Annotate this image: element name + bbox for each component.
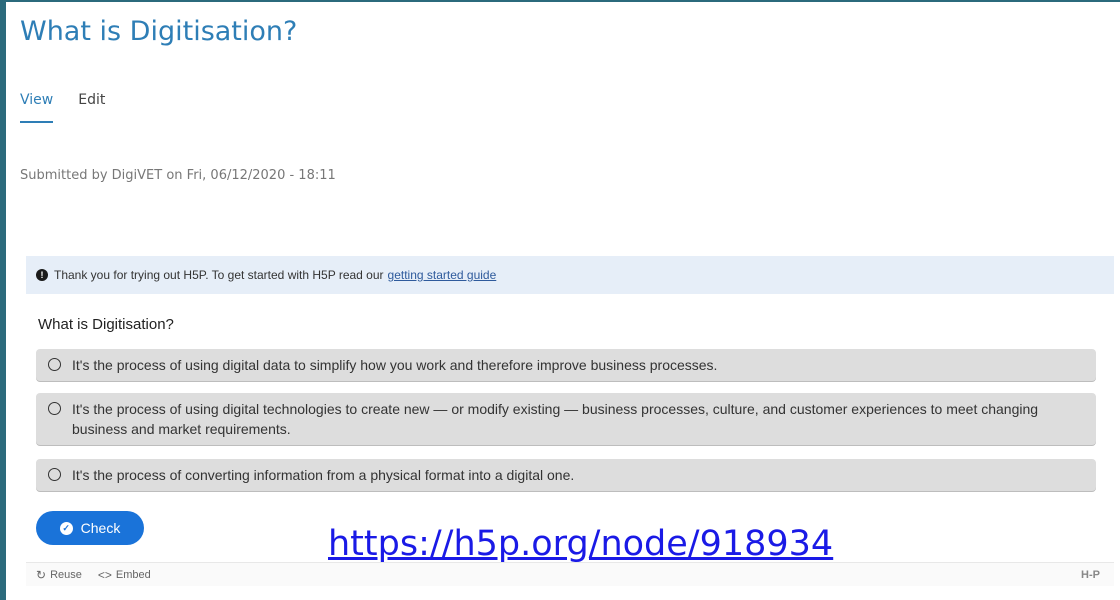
reuse-button[interactable]: ↻ Reuse: [36, 568, 82, 582]
h5p-footer: ↻ Reuse <> Embed H-P: [26, 562, 1114, 586]
reuse-label: Reuse: [50, 568, 82, 581]
info-icon: !: [36, 269, 48, 281]
embed-button[interactable]: <> Embed: [98, 568, 151, 582]
check-label: Check: [80, 520, 121, 536]
check-icon: ✓: [59, 521, 73, 535]
reuse-icon: ↻: [36, 567, 47, 582]
check-button[interactable]: ✓ Check: [36, 511, 144, 545]
h5p-logo: H-P: [1081, 568, 1100, 581]
radio-icon: [48, 402, 61, 415]
answer-option-2[interactable]: It's the process of using digital techno…: [36, 393, 1096, 445]
notice-text: Thank you for trying out H5P. To get sta…: [54, 268, 384, 282]
tab-view[interactable]: View: [20, 92, 54, 123]
page-title: What is Digitisation?: [20, 16, 298, 47]
question-text: What is Digitisation?: [38, 316, 174, 333]
answer-text: It's the process of using digital data t…: [72, 357, 718, 373]
answer-text: It's the process of using digital techno…: [72, 401, 1039, 437]
submitted-info: Submitted by DigiVET on Fri, 06/12/2020 …: [20, 168, 336, 183]
h5p-notice: ! Thank you for trying out H5P. To get s…: [26, 256, 1114, 294]
getting-started-link[interactable]: getting started guide: [388, 268, 497, 282]
embed-label: Embed: [115, 568, 151, 581]
radio-icon: [48, 468, 61, 481]
answer-option-3[interactable]: It's the process of converting informati…: [36, 459, 1096, 491]
embed-icon: <>: [97, 567, 112, 582]
h5p-url-link[interactable]: https://h5p.org/node/918934: [328, 524, 833, 564]
radio-icon: [48, 358, 61, 371]
tab-edit[interactable]: Edit: [78, 92, 105, 123]
answer-text: It's the process of converting informati…: [72, 467, 575, 483]
tab-bar: View Edit: [20, 92, 130, 123]
answer-option-1[interactable]: It's the process of using digital data t…: [36, 349, 1096, 381]
